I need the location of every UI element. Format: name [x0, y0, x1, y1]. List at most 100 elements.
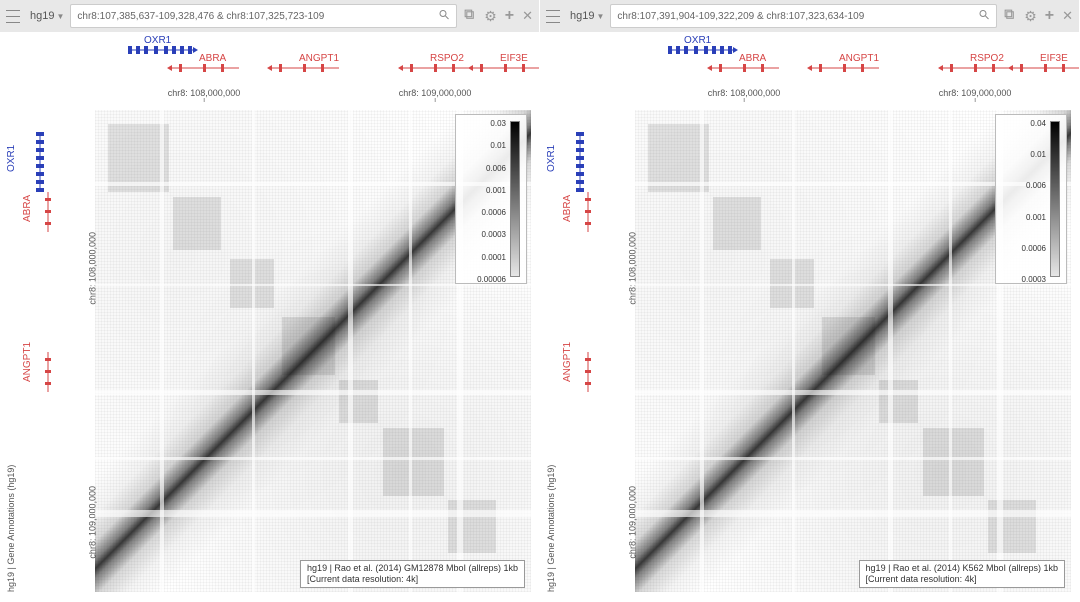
white-streak-h: [95, 510, 531, 517]
svg-text:ANGPT1: ANGPT1: [22, 342, 33, 382]
menu-icon[interactable]: [546, 7, 564, 25]
colorbar-legend: 0.04 0.01 0.006 0.001 0.0006 0.0003: [995, 114, 1067, 284]
axis-tick: chr8: 109,000,000: [939, 88, 1012, 102]
svg-text:ABRA: ABRA: [562, 194, 573, 222]
assembly-select[interactable]: hg19▼: [570, 10, 604, 22]
copy-icon[interactable]: [463, 8, 476, 24]
tad: [383, 428, 444, 495]
colorbar-legend: 0.030.010.0060.0010.00060.00030.00010.00…: [455, 114, 527, 284]
menu-icon[interactable]: [6, 7, 24, 25]
colorbar: [510, 121, 520, 277]
colorbar-tick: 0.0001: [482, 253, 506, 262]
heatmap[interactable]: 0.04 0.01 0.006 0.001 0.0006 0.0003 hg19 | Rao…: [635, 110, 1071, 592]
assembly-select[interactable]: hg19▼: [30, 10, 64, 22]
svg-text:EIF3E: EIF3E: [500, 53, 528, 64]
heatmap[interactable]: 0.030.010.0060.0010.00060.00030.00010.00…: [95, 110, 531, 592]
axis-left: chr8: 108,000,000chr8: 109,000,000: [55, 112, 93, 592]
dataset-label: hg19 | Rao et al. (2014) GM12878 MboI (a…: [300, 560, 525, 589]
gene-glyph-red[interactable]: EIF3E: [1010, 54, 1079, 77]
colorbar-tick: 0.01: [1030, 150, 1046, 159]
axis-tick: chr8: 108,000,000: [168, 88, 241, 102]
axis-tick: chr8: 109,000,000: [399, 88, 472, 102]
gene-glyph-blue-v[interactable]: OXR1: [546, 132, 584, 192]
panel-toolbar: hg19▼ chr8:107,385,637-109,328,476 & chr8…: [0, 0, 539, 32]
tad: [448, 500, 496, 553]
tad: [282, 317, 334, 375]
gene-glyph-red-v[interactable]: ABRA: [22, 192, 51, 232]
coord-input[interactable]: chr8:107,385,637-109,328,476 & chr8:107,…: [70, 4, 457, 28]
colorbar-tick: 0.04: [1030, 119, 1046, 128]
white-streak-v: [409, 110, 412, 592]
svg-text:OXR1: OXR1: [144, 35, 172, 46]
colorbar-tick: 0.0006: [482, 208, 506, 217]
white-streak-v: [792, 110, 795, 592]
colorbar-tick: 0.0006: [1022, 244, 1046, 253]
coord-input[interactable]: chr8:107,391,904-109,322,209 & chr8:107,…: [610, 4, 997, 28]
gene-glyph-blue-v[interactable]: OXR1: [6, 132, 44, 192]
dataset-label-line1: hg19 | Rao et al. (2014) K562 MboI (allr…: [866, 563, 1058, 574]
tad: [822, 317, 874, 375]
gene-glyph-red-v[interactable]: ABRA: [562, 192, 591, 232]
svg-text:ANGPT1: ANGPT1: [562, 342, 573, 382]
colorbar-tick: 0.00006: [477, 275, 506, 284]
svg-text:RSPO2: RSPO2: [970, 53, 1004, 64]
viz-area: OXR1 ABRA ANGPT1 RSPO2 EIF3E chr8: 108,000,00…: [540, 32, 1079, 602]
tad: [713, 197, 761, 250]
tad: [173, 197, 221, 250]
dataset-label: hg19 | Rao et al. (2014) K562 MboI (allr…: [859, 560, 1065, 589]
colorbar-tick: 0.03: [490, 119, 506, 128]
gene-glyph-red[interactable]: ANGPT1: [809, 54, 889, 77]
colorbar: [1050, 121, 1060, 277]
hic-panel-0: hg19▼ chr8:107,385,637-109,328,476 & chr8…: [0, 0, 540, 602]
white-streak-h: [635, 390, 1071, 396]
svg-text:ANGPT1: ANGPT1: [299, 53, 339, 64]
assembly-label: hg19: [30, 10, 54, 22]
toolbar-icons: ⚙ + ✕: [463, 7, 533, 25]
svg-text:OXR1: OXR1: [546, 144, 557, 172]
plus-icon[interactable]: +: [1045, 7, 1054, 25]
colorbar-tick: 0.001: [1026, 213, 1046, 222]
colorbar-tick: 0.01: [490, 141, 506, 150]
coord-input-text: chr8:107,385,637-109,328,476 & chr8:107,…: [77, 11, 324, 22]
white-streak-v: [252, 110, 255, 592]
search-icon[interactable]: [978, 9, 990, 24]
svg-text:ABRA: ABRA: [739, 53, 767, 64]
colorbar-tick: 0.006: [1026, 181, 1046, 190]
tad: [988, 500, 1036, 553]
gene-glyph-red[interactable]: ABRA: [709, 54, 789, 77]
dataset-label-line2: [Current data resolution: 4k]: [307, 574, 518, 585]
coord-input-text: chr8:107,391,904-109,322,209 & chr8:107,…: [617, 11, 864, 22]
tad: [339, 380, 378, 423]
close-icon[interactable]: ✕: [1062, 8, 1073, 24]
white-streak-h: [95, 457, 531, 460]
axis-left: chr8: 108,000,000chr8: 109,000,000: [595, 112, 633, 592]
colorbar-tick: 0.0003: [482, 230, 506, 239]
left-track-label: hg19 | Gene Annotations (hg19): [546, 465, 556, 592]
gene-glyph-red[interactable]: RSPO2: [940, 54, 1020, 77]
svg-text:OXR1: OXR1: [684, 35, 712, 46]
plus-icon[interactable]: +: [505, 7, 514, 25]
white-streak-h: [635, 457, 1071, 460]
search-icon[interactable]: [438, 9, 450, 24]
colorbar-tick: 0.0003: [1022, 275, 1046, 284]
gene-glyph-red-v[interactable]: ANGPT1: [562, 342, 591, 392]
gene-glyph-red[interactable]: EIF3E: [470, 54, 539, 77]
close-icon[interactable]: ✕: [522, 8, 533, 24]
gene-glyph-red[interactable]: ANGPT1: [269, 54, 349, 77]
hic-panel-1: hg19▼ chr8:107,391,904-109,322,209 & chr8…: [540, 0, 1080, 602]
svg-text:OXR1: OXR1: [6, 144, 17, 172]
gene-glyph-red-v[interactable]: ANGPT1: [22, 342, 51, 392]
gene-glyph-red[interactable]: ABRA: [169, 54, 249, 77]
colorbar-tick: 0.001: [486, 186, 506, 195]
assembly-label: hg19: [570, 10, 594, 22]
copy-icon[interactable]: [1003, 8, 1016, 24]
svg-text:EIF3E: EIF3E: [1040, 53, 1068, 64]
svg-text:ABRA: ABRA: [22, 194, 33, 222]
axis-tick: chr8: 108,000,000: [708, 88, 781, 102]
gear-icon[interactable]: ⚙: [1024, 8, 1037, 25]
gear-icon[interactable]: ⚙: [484, 8, 497, 25]
app-root: hg19▼ chr8:107,385,637-109,328,476 & chr8…: [0, 0, 1080, 602]
viz-area: OXR1 ABRA ANGPT1 RSPO2 EIF3E chr8: 108,000,00…: [0, 32, 539, 602]
left-track-label: hg19 | Gene Annotations (hg19): [6, 465, 16, 592]
gene-glyph-red[interactable]: RSPO2: [400, 54, 480, 77]
